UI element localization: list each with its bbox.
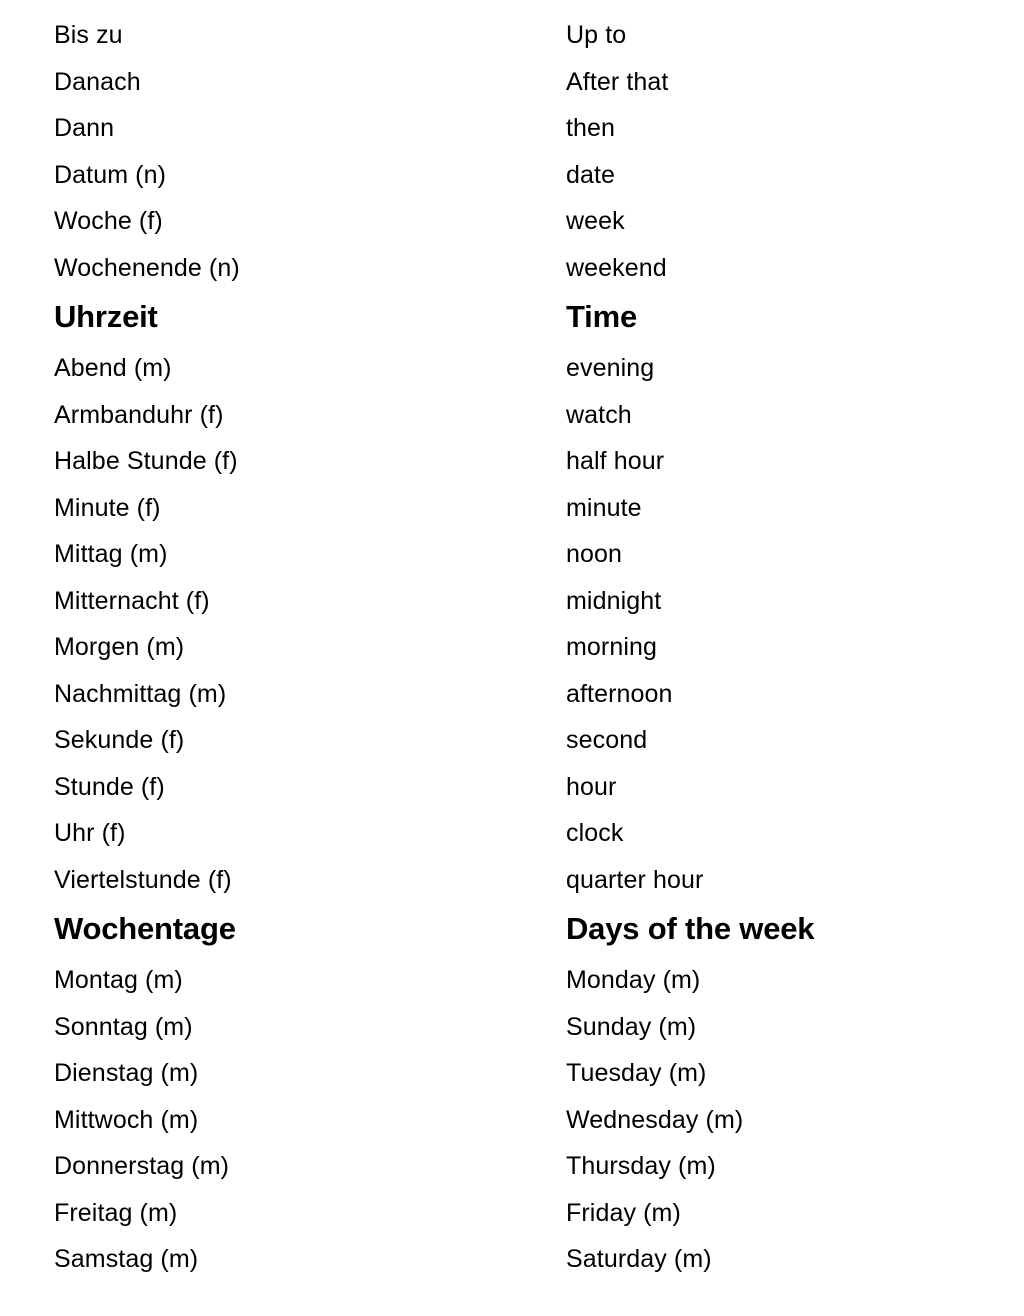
- glossary-row: Halbe Stunde (f) half hour: [0, 438, 1024, 485]
- glossary-term-source: Montag (m): [54, 966, 183, 994]
- glossary-term-target: date: [566, 160, 616, 189]
- glossary-term-target: midnight: [566, 586, 662, 615]
- section-heading-source: Uhrzeit: [54, 299, 158, 334]
- glossary-row: Nachmittag (m) afternoon: [0, 671, 1024, 718]
- glossary-term-target: then: [566, 114, 616, 142]
- glossary-row: Minute (f) minute: [0, 485, 1024, 532]
- glossary-term-source: Wochenende (n): [54, 253, 240, 282]
- glossary-term-target: Saturday (m): [566, 1245, 712, 1273]
- glossary-term-source: Dann: [54, 114, 115, 142]
- glossary-row: Stunde (f) hour: [0, 764, 1024, 811]
- glossary-row: Armbanduhr (f) watch: [0, 392, 1024, 439]
- glossary-row: Sekunde (f) second: [0, 717, 1024, 764]
- glossary-term-source: Sonntag (m): [54, 1012, 193, 1041]
- glossary-term-target: weekend: [566, 253, 667, 282]
- glossary-row: Montag (m) Monday (m): [0, 957, 1024, 1004]
- section-heading-target: Time: [566, 299, 637, 334]
- glossary-term-source: Minute (f): [54, 493, 161, 522]
- section-heading-row: Wochentage Days of the week: [0, 903, 1024, 957]
- glossary-term-target: half hour: [566, 447, 665, 475]
- glossary-term-target: After that: [566, 67, 669, 96]
- glossary-row: Mittag (m) noon: [0, 531, 1024, 578]
- glossary-row: Viertelstunde (f) quarter hour: [0, 857, 1024, 904]
- glossary-term-source: Stunde (f): [54, 772, 165, 801]
- glossary-row: Mittwoch (m) Wednesday (m): [0, 1097, 1024, 1144]
- glossary-term-target: Wednesday (m): [566, 1105, 744, 1134]
- glossary-row: Morgen (m) morning: [0, 624, 1024, 671]
- glossary-row: Uhr (f) clock: [0, 810, 1024, 857]
- glossary-term-source: Mitternacht (f): [54, 586, 210, 615]
- glossary-term-source: Danach: [54, 67, 141, 96]
- glossary-row: Donnerstag (m) Thursday (m): [0, 1143, 1024, 1190]
- glossary-row: Wochenende (n) weekend: [0, 245, 1024, 292]
- glossary-term-source: Samstag (m): [54, 1245, 199, 1273]
- glossary-row: Abend (m) evening: [0, 345, 1024, 392]
- glossary-row: Datum (n) date: [0, 152, 1024, 199]
- glossary-term-target: Up to: [566, 21, 627, 49]
- glossary-term-source: Abend (m): [54, 354, 172, 382]
- glossary-term-target: Tuesday (m): [566, 1059, 707, 1087]
- glossary-term-target: quarter hour: [566, 865, 704, 894]
- glossary-term-source: Armbanduhr (f): [54, 400, 224, 429]
- glossary-row: Dann then: [0, 105, 1024, 152]
- glossary-term-source: Datum (n): [54, 160, 167, 189]
- section-heading-source: Wochentage: [54, 911, 236, 946]
- section-heading-target: Days of the week: [566, 911, 815, 946]
- glossary-row: Danach After that: [0, 59, 1024, 106]
- glossary-term-target: watch: [566, 400, 632, 429]
- glossary-term-source: Viertelstunde (f): [54, 865, 232, 894]
- glossary-row: Sonntag (m) Sunday (m): [0, 1004, 1024, 1051]
- glossary-row: Dienstag (m) Tuesday (m): [0, 1050, 1024, 1097]
- glossary-term-target: Thursday (m): [566, 1152, 716, 1180]
- glossary-term-target: minute: [566, 493, 642, 522]
- glossary-term-target: week: [566, 207, 625, 235]
- glossary-term-source: Woche (f): [54, 207, 163, 235]
- glossary-row: Mitternacht (f) midnight: [0, 578, 1024, 625]
- glossary-term-source: Mittag (m): [54, 540, 168, 568]
- glossary-term-target: Monday (m): [566, 966, 701, 994]
- glossary-row: Freitag (m) Friday (m): [0, 1190, 1024, 1237]
- glossary-table: Bis zu Up to Danach After that Dann then Datum…: [0, 0, 1024, 1283]
- glossary-term-source: Donnerstag (m): [54, 1152, 230, 1180]
- glossary-term-source: Morgen (m): [54, 633, 185, 661]
- glossary-term-source: Mittwoch (m): [54, 1105, 199, 1134]
- glossary-term-source: Halbe Stunde (f): [54, 447, 238, 475]
- glossary-term-target: morning: [566, 633, 658, 661]
- glossary-row: Bis zu Up to: [0, 12, 1024, 59]
- glossary-term-source: Bis zu: [54, 21, 123, 49]
- glossary-term-target: hour: [566, 772, 617, 801]
- glossary-term-target: Friday (m): [566, 1198, 681, 1227]
- glossary-term-source: Uhr (f): [54, 819, 126, 847]
- section-heading-row: Uhrzeit Time: [0, 291, 1024, 345]
- glossary-term-target: noon: [566, 540, 623, 568]
- glossary-term-source: Freitag (m): [54, 1198, 178, 1227]
- glossary-term-target: afternoon: [566, 679, 673, 708]
- glossary-term-target: clock: [566, 819, 624, 847]
- glossary-term-target: evening: [566, 354, 655, 382]
- glossary-term-source: Nachmittag (m): [54, 679, 227, 708]
- glossary-row: Samstag (m) Saturday (m): [0, 1236, 1024, 1283]
- glossary-term-source: Dienstag (m): [54, 1059, 199, 1087]
- glossary-term-source: Sekunde (f): [54, 726, 185, 754]
- glossary-term-target: Sunday (m): [566, 1012, 697, 1041]
- glossary-row: Woche (f) week: [0, 198, 1024, 245]
- glossary-term-target: second: [566, 726, 648, 754]
